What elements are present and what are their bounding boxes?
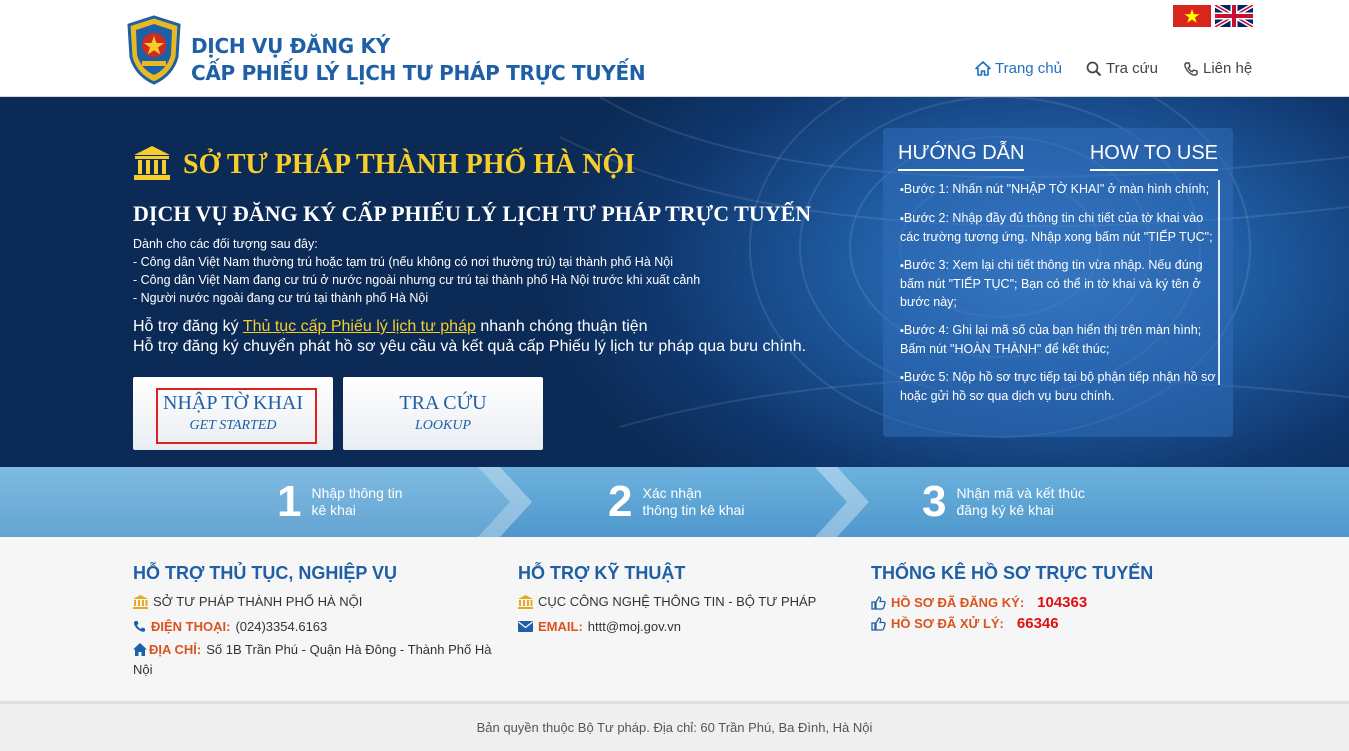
support-prefix: Hỗ trợ đăng ký: [133, 318, 243, 335]
lookup-button[interactable]: TRA CỨU LOOKUP: [343, 377, 543, 450]
contact-info-section: HỖ TRỢ THỦ TỤC, NGHIỆP VỤ SỞ TƯ PHÁP THÀ…: [0, 537, 1349, 701]
hero-banner: SỞ TƯ PHÁP THÀNH PHỐ HÀ NỘI DỊCH VỤ ĐĂNG…: [0, 97, 1349, 467]
site-title-line1: DỊCH VỤ ĐĂNG KÝ: [191, 34, 390, 58]
procedure-link[interactable]: Thủ tục cấp Phiếu lý lịch tư pháp: [243, 318, 476, 335]
step-line: đăng ký kê khai: [956, 502, 1054, 518]
uk-flag-icon[interactable]: [1215, 5, 1253, 27]
procedure-phone: ĐIỆN THOẠI: (024)3354.6163: [133, 619, 327, 634]
process-step: 2 Xác nhận thông tin kê khai: [608, 467, 744, 537]
step-line: kê khai: [311, 502, 356, 518]
service-title: DỊCH VỤ ĐĂNG KÝ CẤP PHIẾU LÝ LỊCH TƯ PHÁ…: [133, 201, 812, 226]
audience-item: - Người nước ngoài đang cư trú tại thành…: [133, 291, 429, 305]
thumbs-up-icon: [871, 595, 886, 610]
guide-step: Bước 3: Xem lại chi tiết thông tin vừa n…: [900, 256, 1218, 311]
process-steps-bar: 1 Nhập thông tin kê khai 2 Xác nhận thông …: [0, 467, 1349, 537]
audience-item: - Công dân Việt Nam thường trú hoặc tạm …: [133, 255, 673, 269]
guide-tab-english[interactable]: HOW TO USE: [1089, 142, 1218, 171]
site-footer: Bản quyền thuộc Bộ Tư pháp. Địa chỉ: 60 …: [0, 701, 1349, 751]
step-number: 3: [922, 477, 947, 526]
envelope-icon: [518, 621, 533, 632]
step-line: Xác nhận: [642, 485, 702, 501]
guide-scrollbar[interactable]: [1218, 180, 1220, 385]
processed-count: 66346: [1016, 615, 1059, 632]
highlight-frame: [156, 388, 317, 444]
technical-support-org: CỤC CÔNG NGHỆ THÔNG TIN - BỘ TƯ PHÁP: [518, 594, 816, 609]
online-stats-title: THỐNG KÊ HỒ SƠ TRỰC TUYẾN: [871, 563, 1154, 583]
nav-home-label: Trang chủ: [995, 60, 1062, 77]
procedure-org-name: SỞ TƯ PHÁP THÀNH PHỐ HÀ NỘI: [153, 594, 363, 609]
phone-label: ĐIỆN THOẠI:: [151, 619, 231, 634]
get-started-button[interactable]: NHẬP TỜ KHAI GET STARTED: [133, 377, 333, 450]
technical-support-title: HỖ TRỢ KỸ THUẬT: [518, 563, 686, 583]
nav-search-label: Tra cứu: [1106, 60, 1158, 77]
site-title-line2: CẤP PHIẾU LÝ LỊCH TƯ PHÁP TRỰC TUYẾN: [191, 61, 646, 85]
support-description: Hỗ trợ đăng ký Thủ tục cấp Phiếu lý lịch…: [133, 317, 806, 357]
guide-step: Bước 2: Nhập đầy đủ thông tin chi tiết c…: [900, 209, 1218, 246]
support-line2: Hỗ trợ đăng ký chuyển phát hồ sơ yêu cầu…: [133, 338, 807, 355]
building-icon: [132, 144, 172, 182]
nav-contact-link[interactable]: Liên hệ: [1183, 60, 1252, 77]
guide-step: Bước 4: Ghi lại mã số của bạn hiển thị t…: [900, 321, 1218, 358]
stat-registered: HỒ SƠ ĐÃ ĐĂNG KÝ: 104363: [871, 594, 1087, 611]
phone-icon: [1184, 61, 1198, 76]
address-label: ĐỊA CHỈ:: [149, 642, 202, 657]
process-step: 1 Nhập thông tin kê khai: [277, 467, 403, 537]
email-label: EMAIL:: [538, 619, 583, 634]
nav-contact-label: Liên hệ: [1203, 60, 1253, 77]
process-step: 3 Nhận mã và kết thúc đăng ký kê khai: [922, 467, 1085, 537]
guide-step: Bước 5: Nộp hồ sơ trực tiếp tại bộ phận …: [900, 368, 1218, 405]
registered-count: 104363: [1037, 594, 1088, 611]
guide-step: Bước 1: Nhấn nút "NHẬP TỜ KHAI" ở màn hì…: [900, 180, 1218, 199]
step-number: 2: [608, 477, 633, 526]
bank-icon: [133, 594, 148, 609]
lookup-sublabel: LOOKUP: [414, 418, 471, 433]
copyright-text: Bản quyền thuộc Bộ Tư pháp. Địa chỉ: 60 …: [476, 720, 873, 735]
nav-search-link[interactable]: Tra cứu: [1086, 60, 1158, 77]
step-line: thông tin kê khai: [642, 502, 745, 518]
site-title[interactable]: DỊCH VỤ ĐĂNG KÝ CẤP PHIẾU LÝ LỊCH TƯ PHÁ…: [191, 33, 646, 87]
registered-label: HỒ SƠ ĐÃ ĐĂNG KÝ:: [891, 595, 1025, 610]
procedure-support-title: HỖ TRỢ THỦ TỤC, NGHIỆP VỤ: [133, 563, 398, 583]
step-line: Nhận mã và kết thúc: [956, 485, 1085, 501]
step-line: Nhập thông tin: [311, 485, 403, 501]
home-icon: [975, 61, 991, 76]
search-icon: [1086, 61, 1102, 76]
nav-home-link[interactable]: Trang chủ: [975, 60, 1062, 77]
thumbs-up-icon: [871, 616, 886, 631]
site-header: DỊCH VỤ ĐĂNG KÝ CẤP PHIẾU LÝ LỊCH TƯ PHÁ…: [0, 0, 1349, 97]
department-title: SỞ TƯ PHÁP THÀNH PHỐ HÀ NỘI: [183, 149, 636, 180]
email-value[interactable]: httt@moj.gov.vn: [588, 619, 681, 634]
processed-label: HỒ SƠ ĐÃ XỬ LÝ:: [891, 616, 1004, 631]
ministry-emblem-icon[interactable]: [126, 15, 182, 85]
audience-item: - Công dân Việt Nam đang cư trú ở nước n…: [133, 273, 701, 287]
stat-processed: HỒ SƠ ĐÃ XỬ LÝ: 66346: [871, 615, 1059, 632]
vietnam-flag-icon[interactable]: [1173, 5, 1211, 27]
phone-value[interactable]: (024)3354.6163: [235, 619, 327, 634]
guide-tab-vietnamese[interactable]: HƯỚNG DẪN: [898, 142, 1025, 171]
lookup-label: TRA CỨU: [399, 392, 487, 414]
step-number: 1: [277, 477, 302, 526]
procedure-address: ĐỊA CHỈ: Số 1B Trần Phú - Quận Hà Đông - …: [133, 640, 493, 680]
technical-org-name: CỤC CÔNG NGHỆ THÔNG TIN - BỘ TƯ PHÁP: [538, 594, 817, 609]
guide-panel: HƯỚNG DẪN HOW TO USE Bước 1: Nhấn nút "N…: [883, 128, 1233, 437]
guide-steps-list[interactable]: Bước 1: Nhấn nút "NHẬP TỜ KHAI" ở màn hì…: [900, 180, 1218, 426]
support-suffix: nhanh chóng thuận tiện: [475, 318, 648, 335]
bank-icon: [518, 594, 533, 609]
procedure-support-org: SỞ TƯ PHÁP THÀNH PHỐ HÀ NỘI: [133, 594, 362, 609]
phone-icon: [133, 621, 145, 632]
audience-description: Dành cho các đối tượng sau đây: - Công d…: [133, 235, 700, 307]
audience-intro: Dành cho các đối tượng sau đây:: [133, 237, 318, 251]
technical-email: EMAIL: httt@moj.gov.vn: [518, 619, 681, 634]
home-icon: [133, 643, 147, 656]
